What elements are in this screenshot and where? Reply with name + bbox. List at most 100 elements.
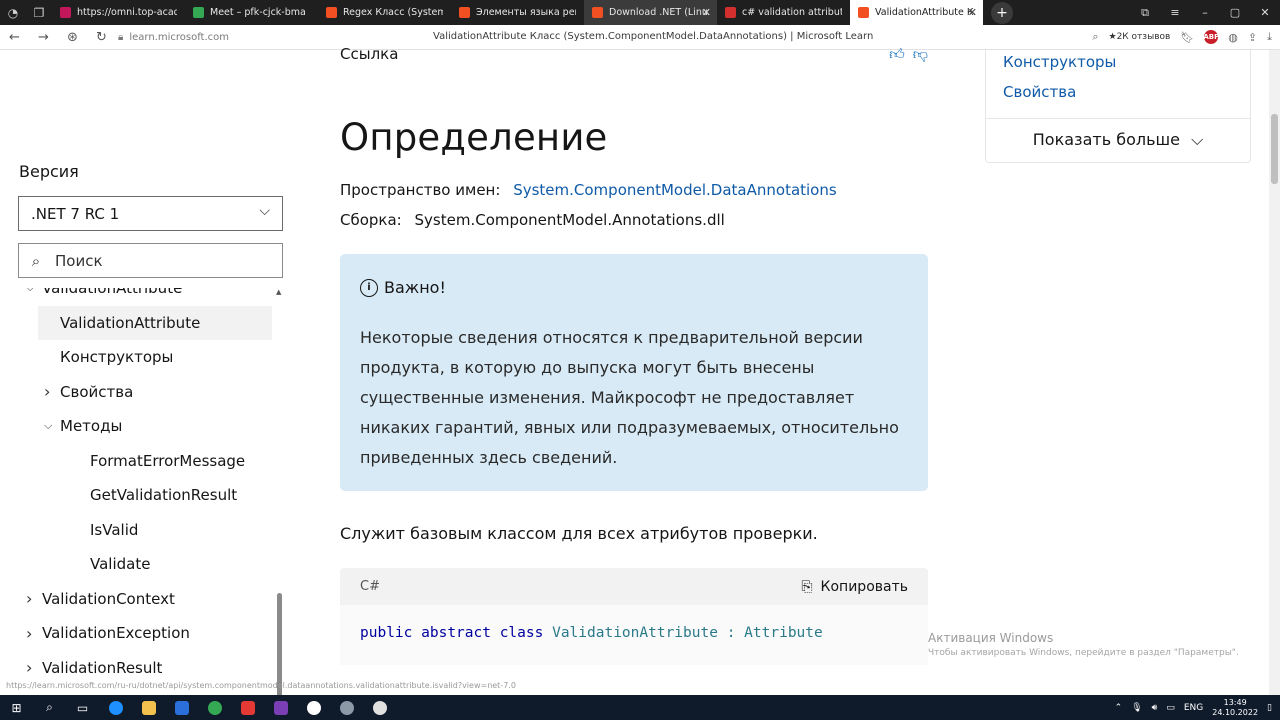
namespace-link[interactable]: System.ComponentModel.DataAnnotations: [513, 181, 836, 199]
yandex-browser-icon[interactable]: [297, 695, 330, 720]
toc-item[interactable]: Конструкторы: [18, 340, 272, 374]
shield-icon[interactable]: ⊛: [58, 25, 87, 49]
browser-tab[interactable]: Meet – pfk-cjck-bma: [185, 0, 318, 25]
toc-item[interactable]: › ValidationContext: [18, 582, 272, 616]
toc-item-label: ValidationAttribute: [42, 288, 183, 297]
thumbs-down-icon[interactable]: 👎︎: [913, 45, 928, 64]
toc-filter[interactable]: ⌕: [18, 243, 283, 278]
class-summary: Служит базовым классом для всех атрибуто…: [340, 524, 818, 543]
code-class-name: ValidationAttribute: [552, 625, 718, 641]
thumbs-up-icon[interactable]: 👍︎: [889, 45, 905, 64]
activation-watermark-text: Чтобы активировать Windows, перейдите в …: [928, 648, 1239, 658]
table-of-contents: ⌵ValidationAttributeValidationAttributeК…: [18, 288, 272, 713]
start-icon[interactable]: ⊞: [0, 695, 33, 720]
browser-tab[interactable]: Download .NET (Linux, ✕: [584, 0, 717, 25]
microphone-icon[interactable]: 🎙︎: [1131, 703, 1142, 713]
reviews-badge[interactable]: ★2К отзывов: [1109, 32, 1171, 42]
page-scrollbar[interactable]: [1269, 50, 1280, 695]
chrome-icon[interactable]: [198, 695, 231, 720]
close-tab-icon[interactable]: ✕: [702, 6, 711, 19]
toc-item[interactable]: › Свойства: [18, 375, 272, 409]
volume-icon[interactable]: 🔊︎: [1152, 703, 1158, 713]
app-icon[interactable]: [330, 695, 363, 720]
yandex-icon[interactable]: [231, 695, 264, 720]
version-select[interactable]: .NET 7 RC 1 ⌵: [18, 196, 283, 231]
window-controls: ⧉ ≡ – ▢ ✕: [1130, 0, 1280, 25]
chevron-right-icon: ›: [26, 658, 33, 677]
close-tab-icon[interactable]: ✕: [968, 6, 977, 19]
extension-icon[interactable]: ◍: [1228, 31, 1238, 44]
breadcrumb[interactable]: Ссылка: [340, 45, 398, 63]
browser-tab[interactable]: ValidationAttribute Класс✕: [850, 0, 983, 25]
toc-item-label: ValidationException: [42, 624, 190, 642]
task-view-icon[interactable]: ▭: [66, 695, 99, 720]
restore-tabs-icon[interactable]: ⧉: [1130, 0, 1160, 25]
time: 13:49: [1223, 697, 1247, 707]
toc-item[interactable]: Validate: [18, 547, 272, 581]
code-base-class[interactable]: Attribute: [744, 625, 823, 641]
toc-item[interactable]: IsValid: [18, 513, 272, 547]
article-link-properties[interactable]: Свойства: [1003, 83, 1076, 101]
scroll-up-icon[interactable]: ▲: [276, 288, 281, 296]
toc-item[interactable]: › ValidationException: [18, 616, 272, 650]
toc-item-label: ValidationAttribute: [60, 313, 201, 332]
back-icon[interactable]: ←: [0, 25, 29, 49]
toc-item-label: FormatErrorMessage: [90, 451, 246, 470]
toc-item[interactable]: ⌵ValidationAttribute: [18, 288, 272, 305]
adblock-icon[interactable]: ABP: [1203, 30, 1219, 44]
edge-icon[interactable]: [99, 695, 132, 720]
network-icon[interactable]: ▭: [1166, 703, 1175, 713]
tab-title: Download .NET (Linux,: [609, 7, 709, 18]
code-language: C#: [360, 579, 380, 594]
profile-icon[interactable]: ◔: [0, 0, 26, 25]
search-icon[interactable]: ⌕: [33, 695, 66, 720]
search-page-icon[interactable]: ⌕: [1092, 30, 1098, 44]
download-icon[interactable]: ⤓: [1267, 30, 1272, 44]
browser-tab[interactable]: Regex Класс (System.Text: [318, 0, 451, 25]
menu-icon[interactable]: ≡: [1160, 0, 1190, 25]
browser-tab[interactable]: Элементы языка регуляр: [451, 0, 584, 25]
chevron-down-icon: ⌵: [26, 288, 42, 295]
browser-tab[interactable]: https://omni.top-academy: [52, 0, 185, 25]
tab-favicon-icon: [193, 7, 204, 18]
close-window-icon[interactable]: ✕: [1250, 0, 1280, 25]
visual-studio-icon[interactable]: [264, 695, 297, 720]
toc-item[interactable]: ⌵ Методы: [18, 409, 272, 443]
clock[interactable]: 13:49 24.10.2022: [1212, 698, 1258, 718]
toc-item[interactable]: › ValidationResult: [18, 651, 272, 685]
file-explorer-icon[interactable]: [132, 695, 165, 720]
tab-title: c# validation attribute —: [742, 7, 842, 18]
toc-item[interactable]: GetValidationResult: [18, 478, 272, 512]
share-icon[interactable]: ⇪: [1248, 31, 1257, 44]
url-field[interactable]: 🔒︎ learn.microsoft.com: [118, 32, 229, 43]
github-icon[interactable]: [363, 695, 396, 720]
article-link-constructors[interactable]: Конструкторы: [1003, 53, 1116, 71]
bookmark-icon[interactable]: 🔖︎: [1180, 31, 1194, 44]
new-tab-icon[interactable]: +: [991, 1, 1013, 24]
version-heading: Версия: [19, 162, 79, 181]
namespace-line: Пространство имен: System.ComponentModel…: [340, 181, 837, 199]
collections-icon[interactable]: ❐: [26, 0, 52, 25]
toc-item[interactable]: ValidationAttribute: [38, 305, 272, 340]
maximize-icon[interactable]: ▢: [1220, 0, 1250, 25]
tab-title: Элементы языка регуляр: [476, 7, 576, 18]
note-header: i Важно!: [360, 278, 908, 297]
forward-icon[interactable]: →: [29, 25, 58, 49]
reload-icon[interactable]: ↻: [87, 25, 116, 49]
toc-scrollbar[interactable]: ▲ ▼: [274, 288, 284, 713]
copy-button[interactable]: ⎘ Копировать: [801, 579, 908, 595]
tab-title: Meet – pfk-cjck-bma: [210, 7, 306, 18]
show-more-button[interactable]: Показать больше ⌵: [986, 130, 1250, 150]
store-icon[interactable]: [165, 695, 198, 720]
tab-title: Regex Класс (System.Text: [343, 7, 443, 18]
chevron-up-icon[interactable]: ⌃: [1115, 703, 1123, 713]
show-more-label: Показать больше: [1032, 130, 1180, 149]
page-scroll-thumb[interactable]: [1271, 114, 1278, 184]
filter-input[interactable]: [53, 250, 257, 271]
divider: [986, 118, 1250, 119]
minimize-icon[interactable]: –: [1190, 0, 1220, 25]
notifications-icon[interactable]: ▯: [1267, 703, 1272, 713]
toc-item[interactable]: FormatErrorMessage: [18, 444, 272, 478]
language-indicator[interactable]: ENG: [1184, 703, 1203, 713]
browser-tab[interactable]: c# validation attribute —: [717, 0, 850, 25]
